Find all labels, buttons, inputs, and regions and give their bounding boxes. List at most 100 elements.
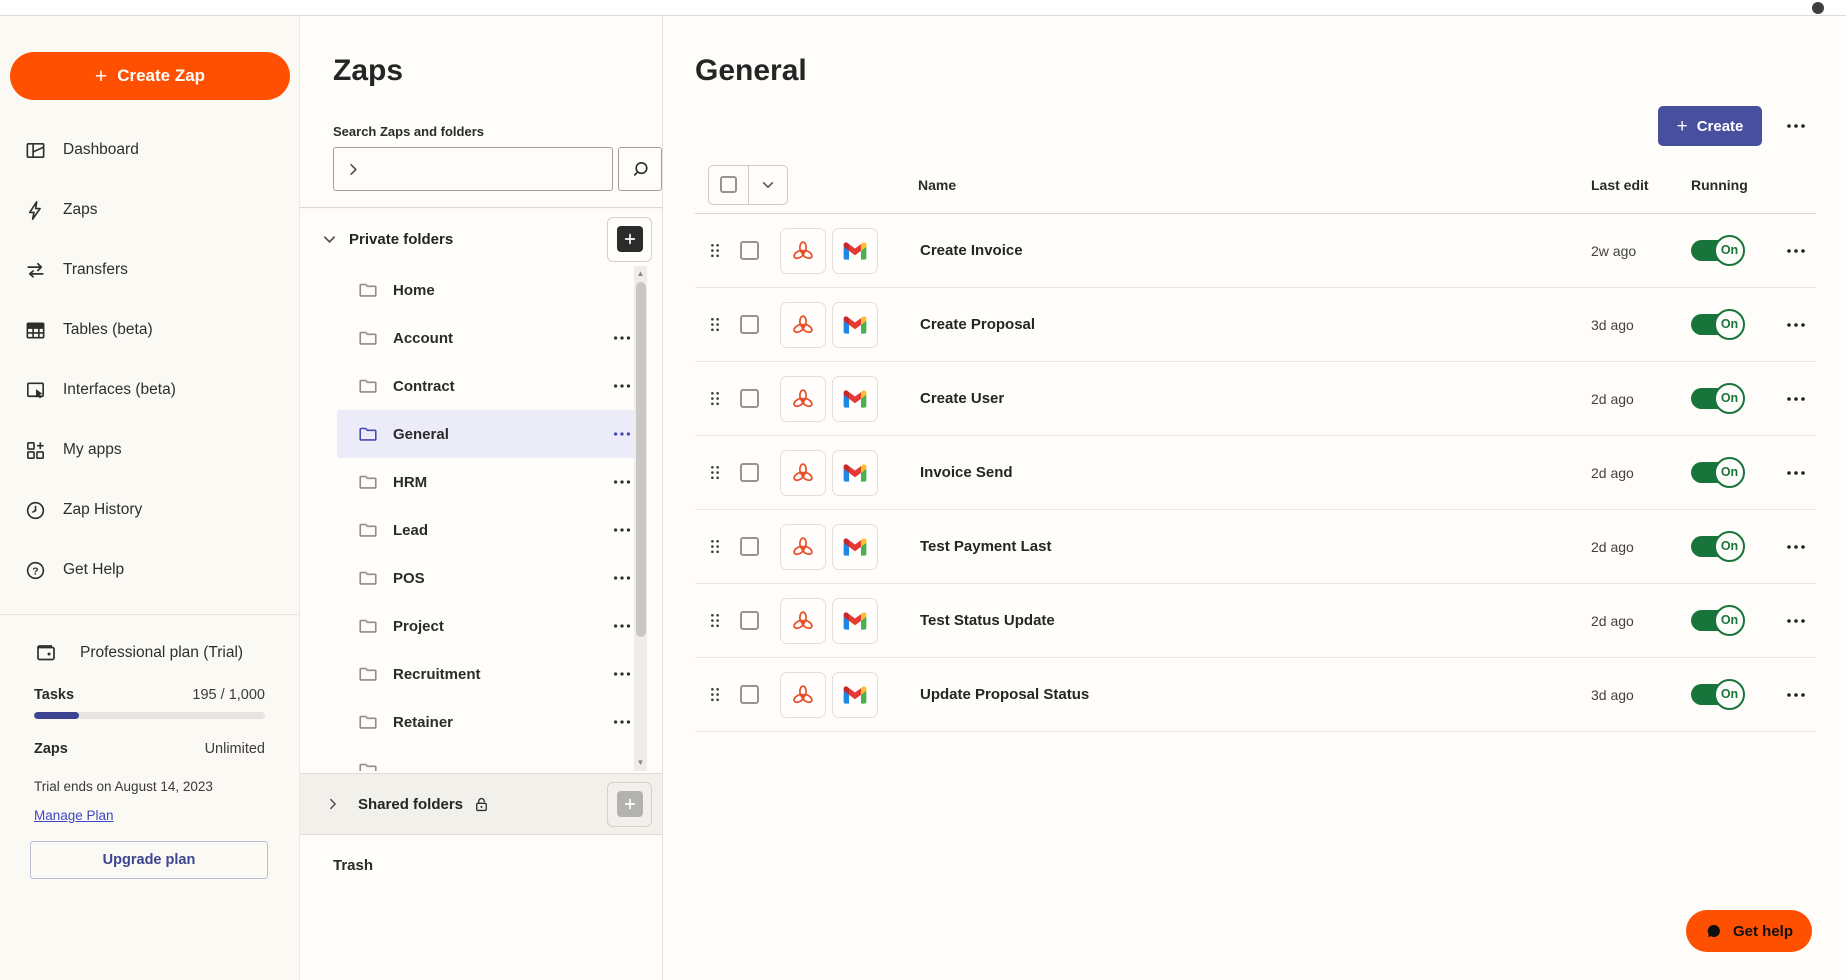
sidebar-item-interfaces-beta[interactable]: Interfaces (beta) — [0, 360, 299, 420]
folder-menu-icon[interactable] — [611, 615, 633, 637]
folder-row[interactable]: Home — [337, 266, 647, 314]
folder-icon — [357, 375, 379, 397]
row-checkbox[interactable] — [740, 315, 759, 334]
search-button[interactable] — [618, 147, 662, 191]
zap-name[interactable]: Create Proposal — [888, 316, 1563, 333]
user-avatar[interactable] — [1812, 2, 1824, 14]
running-toggle[interactable]: On — [1691, 234, 1745, 267]
chevron-right-icon[interactable] — [326, 797, 340, 811]
select-all-checkbox[interactable] — [709, 166, 748, 204]
sidebar-item-get-help[interactable]: Get Help — [0, 540, 299, 600]
zap-name[interactable]: Test Status Update — [888, 612, 1563, 629]
folder-menu-icon[interactable] — [611, 567, 633, 589]
zap-name[interactable]: Invoice Send — [888, 464, 1563, 481]
zap-name[interactable]: Update Proposal Status — [888, 686, 1563, 703]
folder-menu-icon[interactable] — [611, 423, 633, 445]
zap-name[interactable]: Test Payment Last — [888, 538, 1563, 555]
folder-menu-icon[interactable] — [611, 663, 633, 685]
scrollbar-thumb[interactable] — [635, 282, 646, 637]
kebab-icon — [1784, 313, 1808, 337]
folder-row[interactable]: General — [337, 410, 647, 458]
app-icons — [780, 597, 888, 644]
sidebar-item-transfers[interactable]: Transfers — [0, 240, 299, 300]
row-checkbox[interactable] — [740, 389, 759, 408]
scroll-down-arrow[interactable]: ▼ — [634, 755, 647, 769]
row-checkbox[interactable] — [740, 537, 759, 556]
zaps-value: Unlimited — [204, 741, 265, 757]
folder-row[interactable]: Retainer — [337, 698, 647, 746]
folder-row[interactable]: Contract — [337, 362, 647, 410]
add-private-folder-button[interactable] — [607, 216, 652, 262]
select-dropdown-button[interactable] — [747, 165, 788, 204]
folder-row[interactable]: Recruitment — [337, 650, 647, 698]
sidebar-item-tables-beta[interactable]: Tables (beta) — [0, 300, 299, 360]
drag-handle[interactable] — [708, 536, 740, 557]
folder-menu-icon[interactable] — [611, 519, 633, 541]
folder-row[interactable]: HRM — [337, 458, 647, 506]
plan-section: Professional plan (Trial) Tasks 195 / 1,… — [0, 615, 299, 879]
table-header: Name Last edit Running — [695, 156, 1816, 214]
trash-link[interactable]: Trash — [333, 857, 662, 874]
running-toggle[interactable]: On — [1691, 308, 1745, 341]
sidebar-item-my-apps[interactable]: My apps — [0, 420, 299, 480]
shared-folders-header[interactable]: Shared folders — [300, 773, 662, 835]
sidebar-nav: Dashboard Zaps Transfers Tables (beta) I… — [0, 120, 299, 600]
running-toggle[interactable]: On — [1691, 678, 1745, 711]
folder-menu-icon[interactable] — [611, 375, 633, 397]
row-checkbox[interactable] — [740, 685, 759, 704]
search-input[interactable] — [333, 147, 613, 191]
folder-row[interactable]: POS — [337, 554, 647, 602]
trial-note: Trial ends on August 14, 2023 — [34, 779, 213, 794]
running-toggle[interactable]: On — [1691, 530, 1745, 563]
zap-row-menu[interactable] — [1776, 609, 1816, 633]
row-checkbox[interactable] — [740, 241, 759, 260]
kebab-icon — [1784, 387, 1808, 411]
row-checkbox[interactable] — [740, 611, 759, 630]
folder-row[interactable]: Lead — [337, 506, 647, 554]
running-toggle[interactable]: On — [1691, 382, 1745, 415]
folder-row[interactable]: Project — [337, 602, 647, 650]
folder-scrollbar[interactable]: ▲ ▼ — [634, 266, 647, 771]
zap-last-edit: 2w ago — [1591, 242, 1637, 259]
running-toggle[interactable]: On — [1691, 456, 1745, 489]
row-checkbox[interactable] — [740, 463, 759, 482]
drag-handle[interactable] — [708, 314, 740, 335]
zap-name[interactable]: Create User — [888, 390, 1563, 407]
upgrade-plan-button[interactable]: Upgrade plan — [30, 841, 268, 879]
toggle-on-label: On — [1714, 678, 1745, 710]
zap-row-menu[interactable] — [1776, 535, 1816, 559]
running-toggle[interactable]: On — [1691, 604, 1745, 637]
folder-menu-icon[interactable] — [611, 327, 633, 349]
drag-handle[interactable] — [708, 240, 740, 261]
folder-actions-menu[interactable] — [1776, 114, 1816, 138]
sidebar-item-zap-history[interactable]: Zap History — [0, 480, 299, 540]
zap-last-edit: 2d ago — [1591, 464, 1634, 481]
chevron-down-icon[interactable] — [322, 232, 337, 247]
create-button[interactable]: + Create — [1658, 106, 1762, 146]
drag-handle[interactable] — [708, 462, 740, 483]
zap-row-menu[interactable] — [1776, 313, 1816, 337]
zaps-page-title: Zaps — [333, 54, 404, 87]
folder-row-partial[interactable] — [337, 746, 647, 771]
sidebar-item-dashboard[interactable]: Dashboard — [0, 120, 299, 180]
get-help-button[interactable]: Get help — [1685, 910, 1812, 952]
drag-handle[interactable] — [708, 610, 740, 631]
zap-name[interactable]: Create Invoice — [888, 242, 1563, 259]
drag-handle[interactable] — [708, 684, 740, 705]
drag-handle[interactable] — [708, 388, 740, 409]
add-shared-folder-button[interactable] — [607, 781, 652, 827]
gmail-app-badge — [832, 227, 878, 274]
tasks-label: Tasks — [34, 687, 75, 703]
zap-row-menu[interactable] — [1776, 239, 1816, 263]
folder-menu-icon[interactable] — [611, 711, 633, 733]
create-zap-button[interactable]: + Create Zap — [10, 52, 290, 100]
zap-row-menu[interactable] — [1776, 683, 1816, 707]
folder-menu-icon[interactable] — [611, 471, 633, 493]
sidebar-item-zaps[interactable]: Zaps — [0, 180, 299, 240]
zoho-trefoil-icon — [790, 460, 816, 486]
manage-plan-link[interactable]: Manage Plan — [34, 808, 114, 823]
zap-row-menu[interactable] — [1776, 387, 1816, 411]
zap-row-menu[interactable] — [1776, 461, 1816, 485]
scroll-up-arrow[interactable]: ▲ — [634, 266, 647, 280]
folder-row[interactable]: Account — [337, 314, 647, 362]
